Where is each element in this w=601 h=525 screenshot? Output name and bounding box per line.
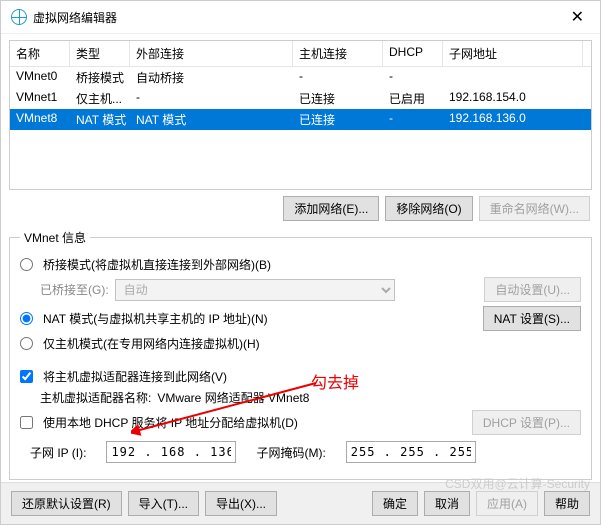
adapter-name-value: VMware 网络适配器 VMnet8 xyxy=(157,389,309,406)
dialog: 虚拟网络编辑器 ✕ 名称 类型 外部连接 主机连接 DHCP 子网地址 VMne… xyxy=(0,0,601,525)
ok-button[interactable]: 确定 xyxy=(372,491,418,516)
table-body: VMnet0 桥接模式 自动桥接 - - VMnet1 仅主机... - 已连接… xyxy=(10,67,591,130)
bridge-radio[interactable] xyxy=(20,258,33,271)
subnet-mask-input[interactable] xyxy=(346,441,476,463)
auto-settings-button: 自动设置(U)... xyxy=(484,277,581,302)
subnet-mask-label: 子网掩码(M): xyxy=(256,444,325,461)
nat-label[interactable]: NAT 模式(与虚拟机共享主机的 IP 地址)(N) xyxy=(43,310,268,327)
bridge-option: 桥接模式(将虚拟机直接连接到外部网络)(B) xyxy=(20,256,581,273)
col-type[interactable]: 类型 xyxy=(70,41,130,66)
bottom-bar: 还原默认设置(R) 导入(T)... 导出(X)... 确定 取消 应用(A) … xyxy=(1,482,600,524)
vmnet-info-group: VMnet 信息 桥接模式(将虚拟机直接连接到外部网络)(B) 已桥接至(G):… xyxy=(9,229,592,480)
hostonly-option: 仅主机模式(在专用网络内连接虚拟机)(H) xyxy=(20,335,581,352)
dhcp-settings-button: DHCP 设置(P)... xyxy=(472,410,581,435)
hostonly-label[interactable]: 仅主机模式(在专用网络内连接虚拟机)(H) xyxy=(43,335,260,352)
hostonly-radio[interactable] xyxy=(20,337,33,350)
subnet-ip-input[interactable] xyxy=(106,441,236,463)
bridge-label[interactable]: 桥接模式(将虚拟机直接连接到外部网络)(B) xyxy=(43,256,271,273)
apply-button: 应用(A) xyxy=(476,491,538,516)
network-buttons: 添加网络(E)... 移除网络(O) 重命名网络(W)... xyxy=(1,190,600,227)
host-adapter-label[interactable]: 将主机虚拟适配器连接到此网络(V) xyxy=(43,368,227,385)
nat-option: NAT 模式(与虚拟机共享主机的 IP 地址)(N) NAT 设置(S)... xyxy=(20,306,581,331)
col-ext[interactable]: 外部连接 xyxy=(130,41,293,66)
bridge-subrow: 已桥接至(G): 自动 自动设置(U)... xyxy=(40,277,581,302)
table-header: 名称 类型 外部连接 主机连接 DHCP 子网地址 xyxy=(10,41,591,67)
bridge-select: 自动 xyxy=(115,279,395,301)
globe-icon xyxy=(11,9,27,25)
ip-group: 子网 IP (I): 子网掩码(M): xyxy=(30,441,571,463)
host-adapter-subrow: 主机虚拟适配器名称: VMware 网络适配器 VMnet8 xyxy=(40,389,581,406)
nat-radio[interactable] xyxy=(20,312,33,325)
dhcp-label[interactable]: 使用本地 DHCP 服务将 IP 地址分配给虚拟机(D) xyxy=(43,414,298,431)
table-row[interactable]: VMnet1 仅主机... - 已连接 已启用 192.168.154.0 xyxy=(10,88,591,109)
dhcp-checkbox[interactable] xyxy=(20,416,33,429)
restore-defaults-button[interactable]: 还原默认设置(R) xyxy=(11,491,122,516)
group-title: VMnet 信息 xyxy=(20,229,90,246)
table-row[interactable]: VMnet0 桥接模式 自动桥接 - - xyxy=(10,67,591,88)
export-button[interactable]: 导出(X)... xyxy=(205,491,277,516)
adapter-name-label: 主机虚拟适配器名称: xyxy=(40,389,151,406)
close-icon[interactable]: ✕ xyxy=(565,7,590,27)
col-dhcp[interactable]: DHCP xyxy=(383,41,443,66)
titlebar: 虚拟网络编辑器 ✕ xyxy=(1,1,600,34)
import-button[interactable]: 导入(T)... xyxy=(128,491,199,516)
bridge-to-label: 已桥接至(G): xyxy=(40,281,109,298)
network-table[interactable]: 名称 类型 外部连接 主机连接 DHCP 子网地址 VMnet0 桥接模式 自动… xyxy=(9,40,592,190)
host-adapter-option: 将主机虚拟适配器连接到此网络(V) xyxy=(20,368,581,385)
nat-settings-button[interactable]: NAT 设置(S)... xyxy=(483,306,581,331)
col-subnet[interactable]: 子网地址 xyxy=(443,41,583,66)
remove-network-button[interactable]: 移除网络(O) xyxy=(385,196,472,221)
dhcp-option: 使用本地 DHCP 服务将 IP 地址分配给虚拟机(D) DHCP 设置(P).… xyxy=(20,410,581,435)
table-row[interactable]: VMnet8 NAT 模式 NAT 模式 已连接 - 192.168.136.0 xyxy=(10,109,591,130)
cancel-button[interactable]: 取消 xyxy=(424,491,470,516)
col-host[interactable]: 主机连接 xyxy=(293,41,383,66)
col-name[interactable]: 名称 xyxy=(10,41,70,66)
add-network-button[interactable]: 添加网络(E)... xyxy=(283,196,379,221)
subnet-ip-label: 子网 IP (I): xyxy=(30,444,86,461)
window-title: 虚拟网络编辑器 xyxy=(33,9,565,26)
help-button[interactable]: 帮助 xyxy=(544,491,590,516)
rename-network-button: 重命名网络(W)... xyxy=(479,196,590,221)
host-adapter-checkbox[interactable] xyxy=(20,370,33,383)
